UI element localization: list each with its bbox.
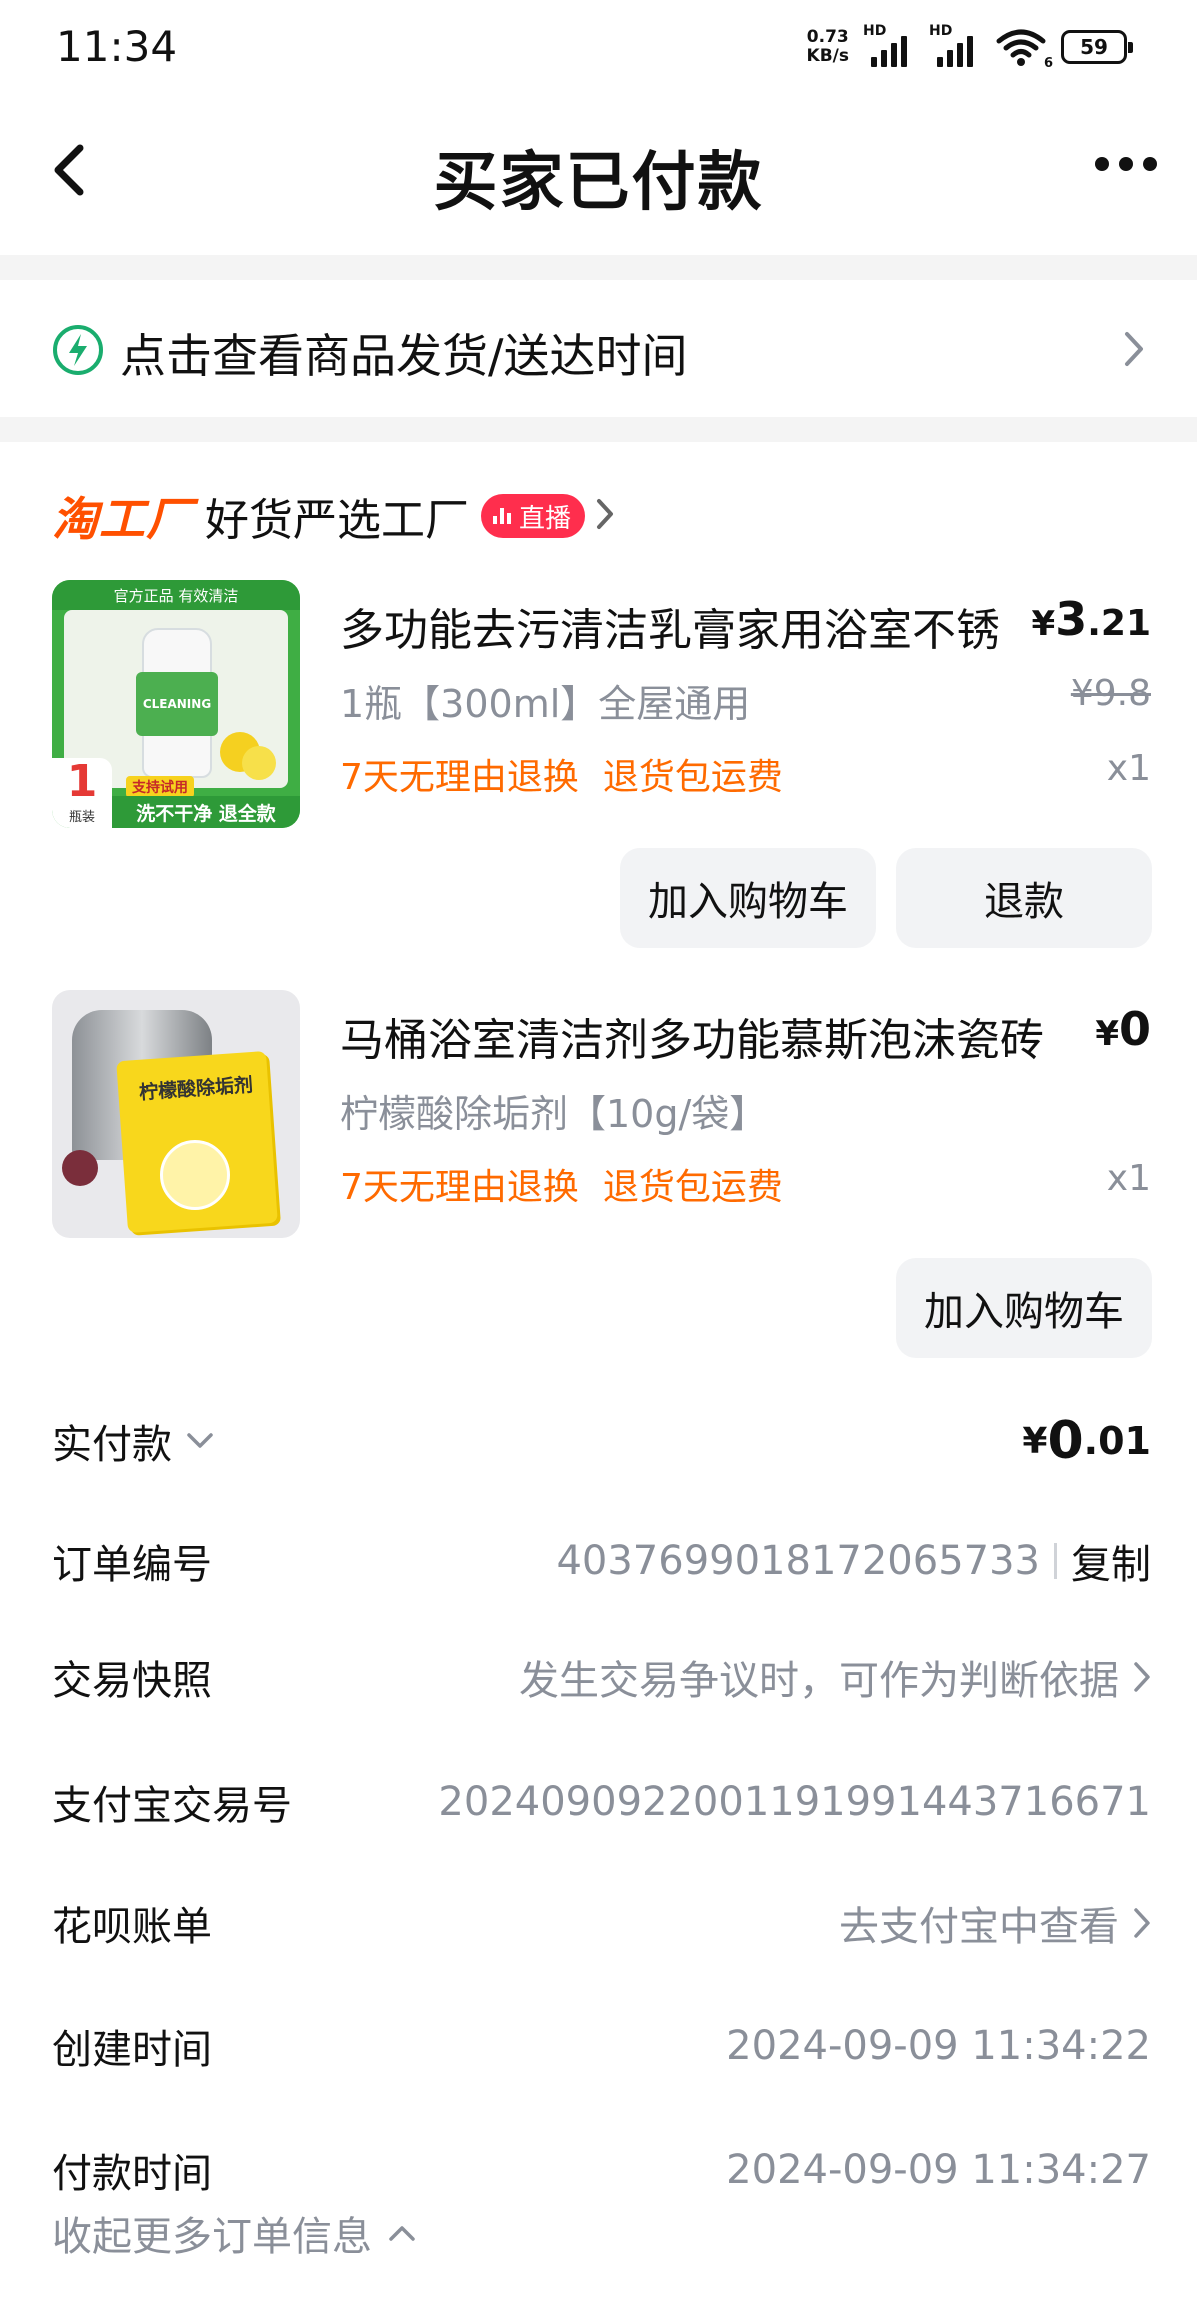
product-price: ¥0	[1095, 1002, 1151, 1056]
network-speed: 0.73 KB/s	[806, 27, 849, 66]
order-number: 4037699018172065733	[556, 1538, 1040, 1584]
trade-snapshot-row[interactable]: 交易快照 发生交易争议时，可作为判断依据	[52, 1642, 1151, 1712]
battery-icon: 59	[1061, 30, 1133, 64]
order-item: 柠檬酸除垢剂 马桶浴室清洁剂多功能慕斯泡沫瓷砖 ¥0 柠檬酸除垢剂【10g/袋】…	[0, 990, 1197, 1430]
product-image[interactable]: 官方正品 有效清洁 CLEANING 1 瓶装 支持试用 洗不干净 退全款	[52, 580, 300, 828]
service-tags: 7天无理由退换 退货包运费	[340, 757, 783, 798]
paid-amount: ¥0.01	[1022, 1411, 1151, 1471]
paid-amount-row: 实付款 ¥0.01	[52, 1406, 1151, 1476]
payment-time-row: 付款时间 2024-09-09 11:34:27	[52, 2147, 1151, 2197]
product-sku: 柠檬酸除垢剂【10g/袋】	[340, 1092, 768, 1136]
refund-button[interactable]: 退款	[896, 848, 1152, 948]
nav-bar: 买家已付款	[0, 95, 1197, 255]
signal-1-icon: HD	[863, 23, 915, 67]
paid-amount-toggle[interactable]: 实付款	[52, 1412, 214, 1470]
collapse-order-info-button[interactable]: 收起更多订单信息	[52, 2204, 416, 2262]
shop-header[interactable]: 淘工厂 好货严选工厂 直播	[52, 486, 615, 546]
product-title[interactable]: 马桶浴室清洁剂多功能慕斯泡沫瓷砖	[340, 1004, 1044, 1068]
more-icon[interactable]	[1095, 157, 1157, 171]
signal-2-icon: HD	[929, 23, 981, 67]
wifi-icon: 6	[995, 27, 1053, 71]
delivery-time-label: 点击查看商品发货/送达时间	[120, 329, 688, 383]
product-price: ¥3.21	[1031, 592, 1151, 646]
status-bar: 11:34 0.73 KB/s HD HD 6 59	[0, 0, 1197, 95]
product-quantity: x1	[1106, 1158, 1151, 1199]
product-title[interactable]: 多功能去污清洁乳膏家用浴室不锈	[340, 594, 1000, 658]
chevron-right-icon	[1134, 1908, 1150, 1938]
chevron-up-icon	[389, 2226, 415, 2241]
chevron-right-icon	[595, 497, 615, 535]
huabei-bill-row[interactable]: 花呗账单 去支付宝中查看	[52, 1888, 1151, 1958]
chevron-down-icon	[187, 1433, 213, 1448]
shop-name: 好货严选工厂	[205, 495, 469, 546]
alipay-trade-row: 支付宝交易号 2024090922001191991443716671	[52, 1779, 1151, 1829]
shop-brand-logo: 淘工厂	[52, 492, 193, 546]
order-number-row: 订单编号 4037699018172065733 复制	[52, 1526, 1151, 1596]
product-image[interactable]: 柠檬酸除垢剂	[52, 990, 300, 1238]
page-title: 买家已付款	[433, 146, 764, 220]
divider	[1054, 1543, 1057, 1579]
status-icons: 0.73 KB/s HD HD 6 59	[806, 23, 1133, 71]
product-quantity: x1	[1106, 748, 1151, 789]
product-sku: 1瓶【300ml】全屋通用	[340, 682, 751, 726]
order-card: 淘工厂 好货严选工厂 直播 官方正品 有效清洁 CLEANING 1 瓶装 支持…	[0, 442, 1197, 2322]
live-badge[interactable]: 直播	[481, 494, 586, 538]
original-price: ¥9.8	[1070, 673, 1151, 714]
add-to-cart-button[interactable]: 加入购物车	[620, 848, 876, 948]
add-to-cart-button[interactable]: 加入购物车	[896, 1258, 1152, 1358]
created-time-row: 创建时间 2024-09-09 11:34:22	[52, 2023, 1151, 2073]
delivery-time-row[interactable]: 点击查看商品发货/送达时间	[0, 280, 1197, 417]
status-time: 11:34	[56, 22, 178, 71]
lightning-icon	[52, 324, 104, 376]
service-tags: 7天无理由退换 退货包运费	[340, 1167, 783, 1208]
live-icon	[493, 508, 511, 524]
chevron-right-icon	[1123, 330, 1145, 372]
chevron-right-icon	[1134, 1662, 1150, 1692]
copy-button[interactable]: 复制	[1071, 1532, 1151, 1590]
alipay-trade-number: 2024090922001191991443716671	[438, 1779, 1151, 1825]
order-item: 官方正品 有效清洁 CLEANING 1 瓶装 支持试用 洗不干净 退全款 多功…	[0, 580, 1197, 1020]
